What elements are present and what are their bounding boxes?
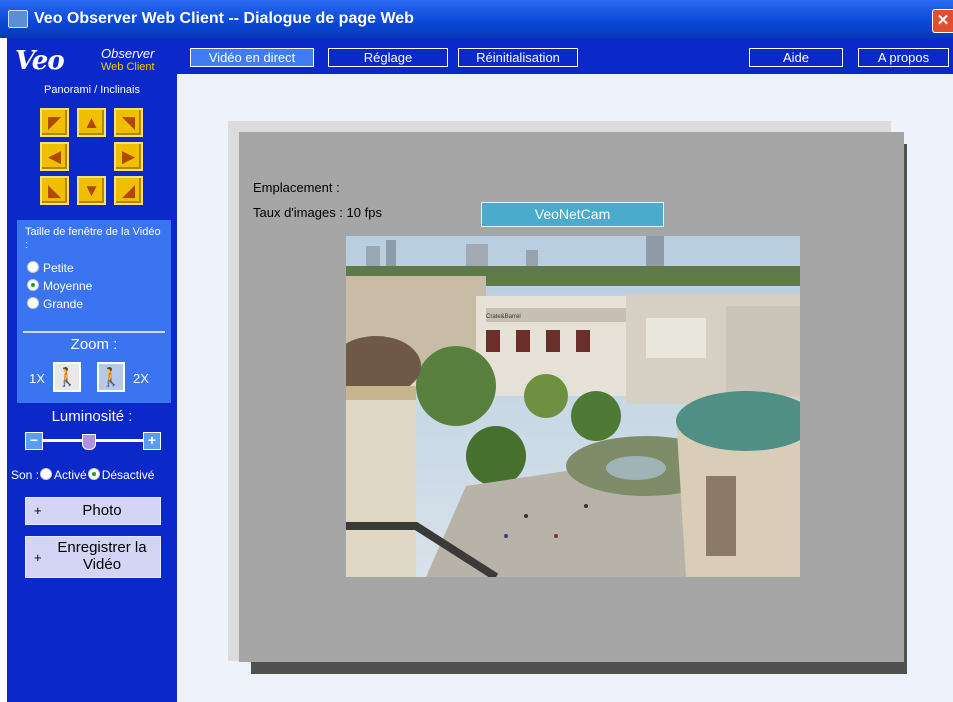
- pan-up-left-button[interactable]: ◤: [40, 108, 69, 137]
- zoom-1x-button[interactable]: 🚶: [53, 362, 81, 392]
- app-window-icon: [8, 10, 28, 28]
- logo-veo: Veo: [15, 46, 65, 76]
- veo-logo: Veo Observer Web Client: [15, 44, 171, 76]
- logo-web-client: Web Client: [101, 61, 155, 73]
- store-sign-text: Crate&Barrel: [486, 314, 521, 320]
- camera-name-label: VeoNetCam: [481, 202, 664, 227]
- help-button[interactable]: Aide: [749, 48, 843, 67]
- live-video-feed[interactable]: Crate&Barrel: [346, 236, 800, 577]
- pan-down-left-button[interactable]: ◣: [40, 176, 69, 205]
- zoom-1x-label: 1X: [29, 371, 45, 386]
- zoom-2x-label: 2X: [133, 371, 149, 386]
- brightness-label: Luminosité :: [51, 408, 133, 425]
- plus-icon: +: [34, 503, 42, 518]
- video-size-title: Taille de fenêtre de la Vidéo :: [25, 226, 161, 251]
- tilt-down-button[interactable]: ▼: [77, 176, 106, 205]
- pan-tilt-label: Panorami / Inclinais: [44, 84, 140, 96]
- record-video-button[interactable]: + Enregistrer la Vidéo: [25, 536, 161, 578]
- video-size-option-large[interactable]: Grande: [27, 296, 83, 313]
- divider: [23, 331, 165, 333]
- top-toolbar: Vidéo en direct Réglage Réinitialisation…: [177, 38, 953, 74]
- window-title: Veo Observer Web Client -- Dialogue de p…: [34, 10, 414, 27]
- record-video-button-label: Enregistrer la Vidéo: [57, 539, 147, 573]
- sound-on-radio[interactable]: [40, 468, 53, 480]
- video-size-medium-label: Moyenne: [43, 279, 93, 293]
- radio-medium[interactable]: [27, 279, 39, 291]
- video-size-panel: Taille de fenêtre de la Vidéo : Petite M…: [17, 220, 171, 403]
- brightness-increase-button[interactable]: +: [143, 432, 161, 450]
- tab-live-video[interactable]: Vidéo en direct: [190, 48, 314, 67]
- logo-observer: Observer: [101, 46, 155, 61]
- video-size-large-label: Grande: [43, 297, 84, 311]
- tab-reset[interactable]: Réinitialisation: [458, 48, 578, 67]
- video-size-small-label: Petite: [43, 261, 74, 275]
- radio-large[interactable]: [27, 297, 39, 309]
- framerate-label: Taux d'images : 10 fps: [253, 205, 382, 220]
- sound-on-label: Activé: [54, 468, 87, 482]
- video-frame: Emplacement : Taux d'images : 10 fps Veo…: [239, 132, 904, 662]
- zoom-label: Zoom :: [70, 336, 118, 353]
- photo-button-label: Photo: [82, 502, 122, 519]
- location-label: Emplacement :: [253, 180, 340, 195]
- sound-label: Son :: [11, 468, 40, 482]
- sound-controls: Son : Activé Désactivé: [11, 468, 181, 482]
- video-image: Crate&Barrel: [346, 236, 800, 577]
- brightness-slider[interactable]: − +: [25, 432, 161, 450]
- video-size-option-medium[interactable]: Moyenne: [27, 278, 92, 295]
- pan-up-right-button[interactable]: ◥: [114, 108, 143, 137]
- window-title-bar: Veo Observer Web Client -- Dialogue de p…: [0, 0, 953, 38]
- pan-right-button[interactable]: ▶: [114, 142, 143, 171]
- plus-icon: +: [34, 550, 42, 565]
- about-button[interactable]: A propos: [858, 48, 949, 67]
- video-size-option-small[interactable]: Petite: [27, 260, 74, 277]
- zoom-2x-button[interactable]: 🚶: [97, 362, 125, 392]
- radio-small[interactable]: [27, 261, 39, 273]
- pan-left-button[interactable]: ◀: [40, 142, 69, 171]
- tilt-up-button[interactable]: ▲: [77, 108, 106, 137]
- sound-off-label: Désactivé: [101, 468, 155, 482]
- control-panel: Veo Observer Web Client Panorami / Incli…: [7, 38, 177, 702]
- brightness-thumb[interactable]: [82, 434, 96, 450]
- close-window-button[interactable]: ✕: [932, 9, 953, 33]
- brightness-decrease-button[interactable]: −: [25, 432, 43, 450]
- photo-button[interactable]: + Photo: [25, 497, 161, 525]
- main-view-area: Emplacement : Taux d'images : 10 fps Veo…: [177, 74, 953, 702]
- tab-settings[interactable]: Réglage: [328, 48, 448, 67]
- sound-off-radio[interactable]: [87, 468, 100, 480]
- zoom-controls: 1X 🚶 🚶 2X: [17, 360, 171, 394]
- pan-down-right-button[interactable]: ◢: [114, 176, 143, 205]
